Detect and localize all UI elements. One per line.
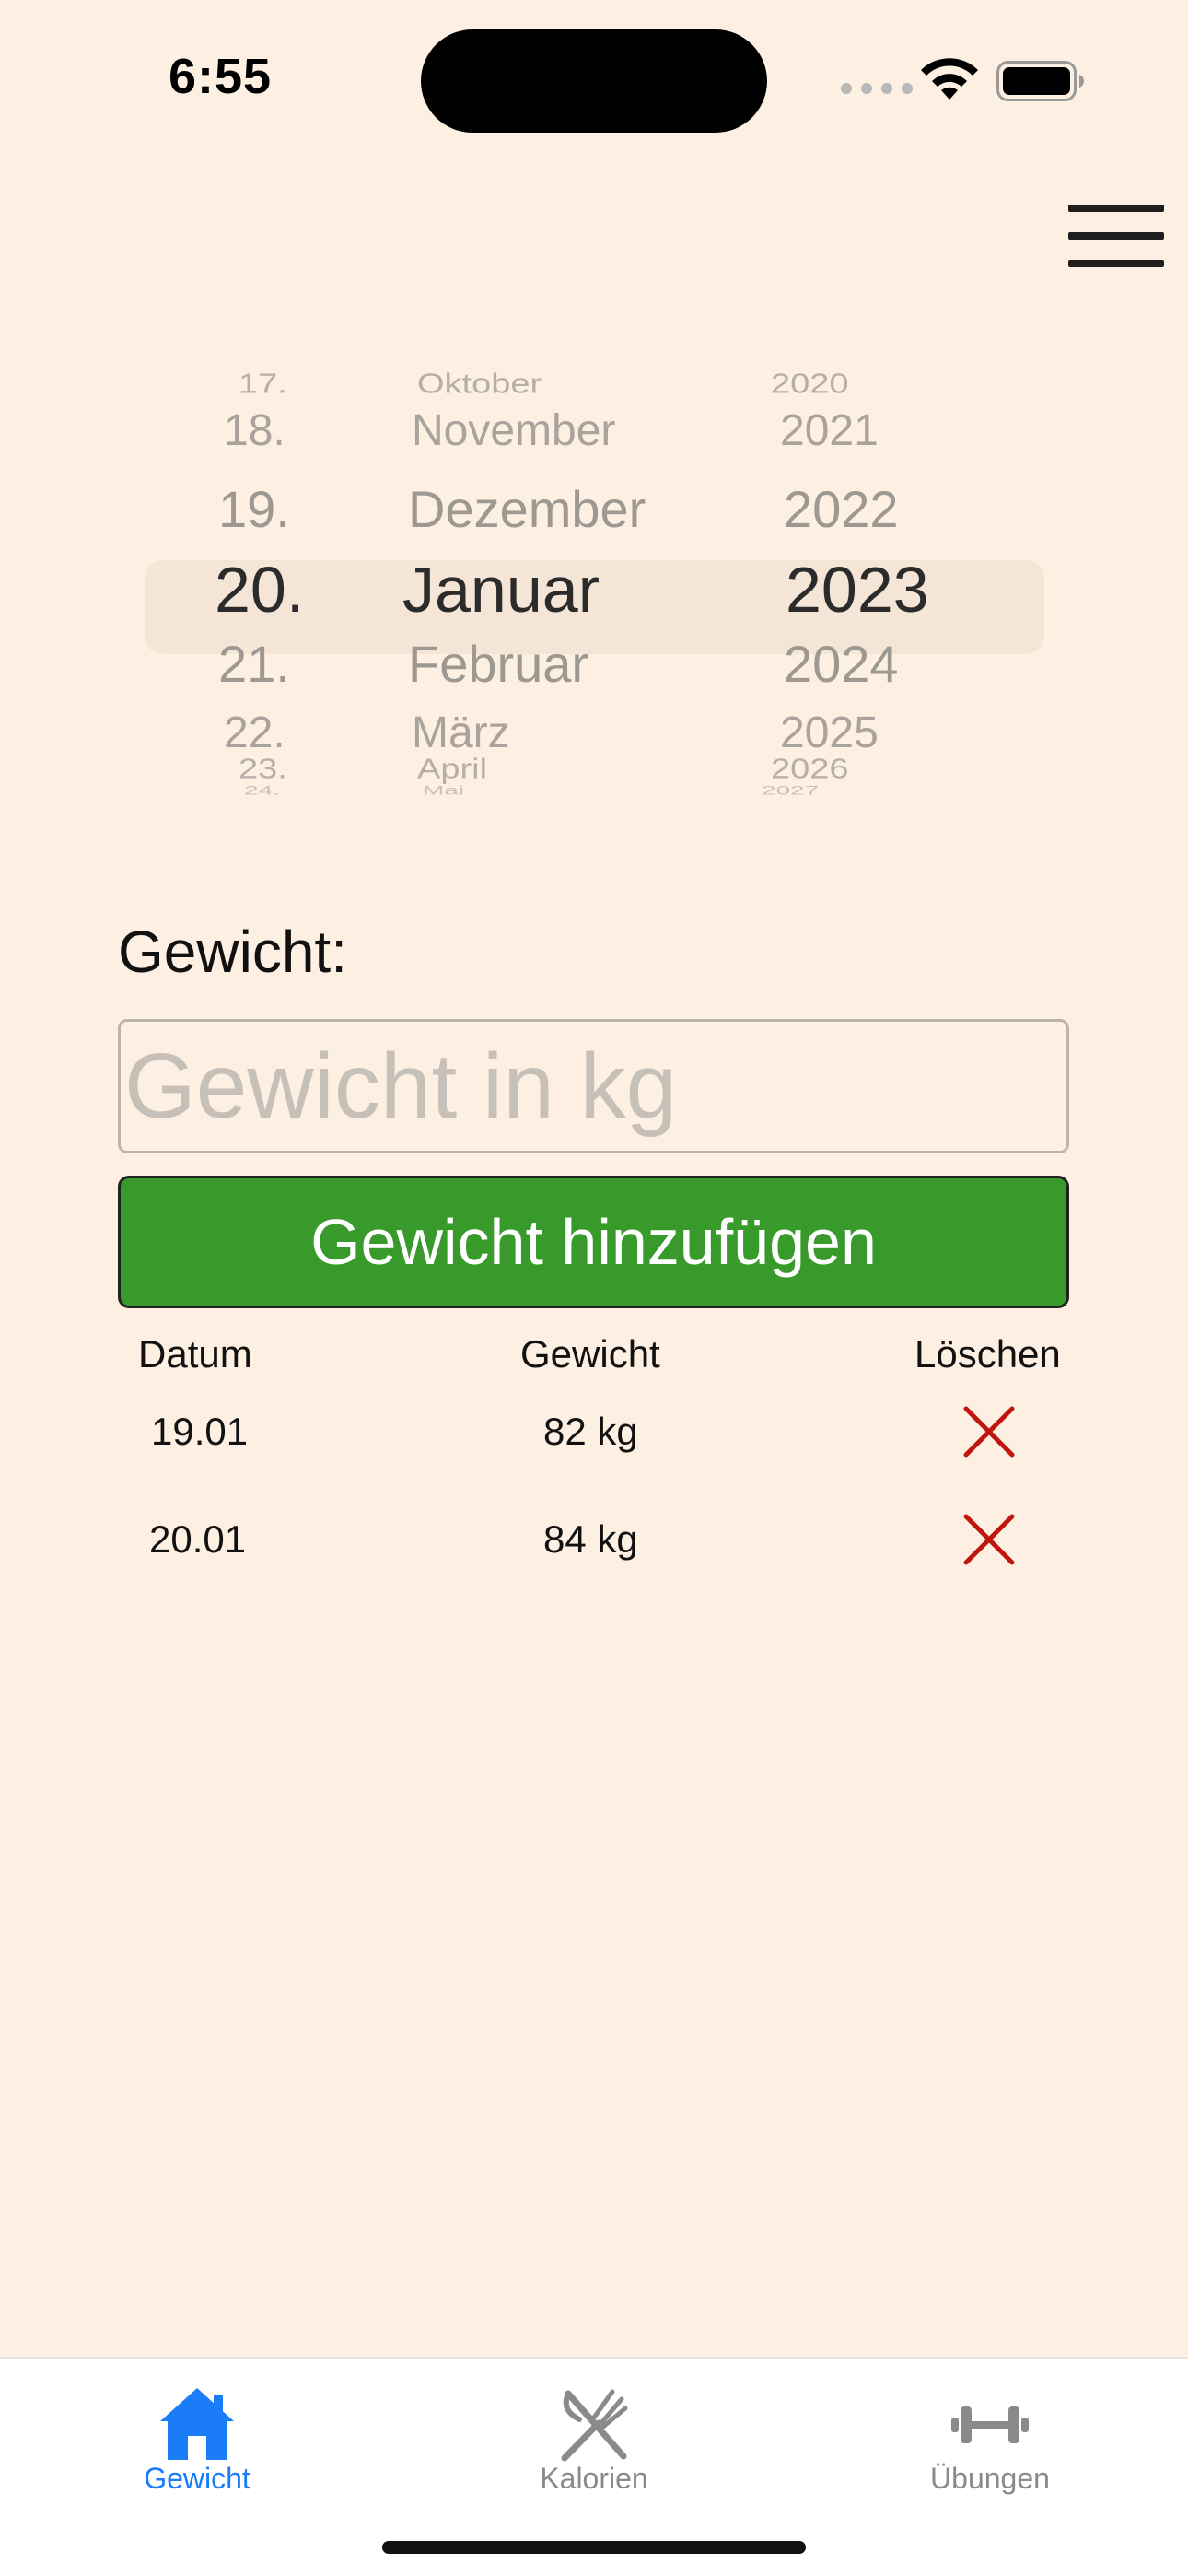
row-date: 20.01 (149, 1517, 247, 1561)
picker-option[interactable]: 21. (218, 634, 290, 694)
picker-year-column[interactable]: 201920202021202220232024202520262027 (762, 359, 992, 857)
battery-icon (996, 61, 1084, 101)
dumbbell-icon (951, 2406, 1029, 2443)
delete-x-icon[interactable] (962, 1513, 1016, 1566)
house-icon (160, 2388, 234, 2460)
menu-line-icon (1068, 205, 1164, 212)
menu-line-icon (1068, 232, 1164, 240)
fork-knife-icon (561, 2389, 628, 2462)
picker-option[interactable]: 2027 (762, 783, 819, 798)
picker-selected-value: 20. (215, 554, 305, 626)
picker-option[interactable]: 2021 (780, 405, 879, 456)
picker-option[interactable]: 2020 (771, 369, 849, 400)
picker-option[interactable]: 17. (239, 369, 287, 400)
picker-option[interactable]: 2024 (784, 634, 899, 694)
column-header-weight: Gewicht (520, 1332, 660, 1376)
picker-option[interactable]: November (412, 405, 615, 456)
picker-option[interactable]: 2025 (780, 708, 879, 758)
delete-x-icon[interactable] (962, 1405, 1016, 1458)
row-weight: 82 kg (543, 1410, 638, 1453)
row-weight: 84 kg (543, 1517, 638, 1561)
tab-label: Übungen (930, 2462, 1050, 2495)
cellular-signal-icon (841, 83, 913, 94)
add-weight-button[interactable]: Gewicht hinzufügen (118, 1176, 1069, 1308)
tab-label: Kalorien (540, 2462, 648, 2495)
wifi-icon (921, 58, 978, 100)
home-indicator (382, 2541, 806, 2554)
dynamic-island (421, 29, 767, 133)
date-picker[interactable]: 16.17.18.19.20.21.22.23.24. SeptemberOkt… (145, 359, 1044, 857)
picker-option[interactable]: 22. (224, 708, 285, 758)
picker-option[interactable]: Dezember (408, 479, 646, 539)
tab-label: Gewicht (144, 2462, 250, 2495)
picker-option[interactable]: 2026 (771, 754, 849, 785)
weight-input[interactable] (118, 1019, 1069, 1153)
picker-option[interactable]: 18. (224, 405, 285, 456)
tab-uebungen[interactable]: Übungen (838, 2359, 1142, 2524)
menu-line-icon (1068, 260, 1164, 267)
picker-option[interactable]: 2022 (784, 479, 899, 539)
picker-option[interactable]: Mai (423, 783, 464, 798)
tab-gewicht[interactable]: Gewicht (45, 2359, 349, 2524)
picker-option[interactable]: 19. (218, 479, 290, 539)
picker-option[interactable]: Februar (408, 634, 588, 694)
picker-option[interactable]: April (417, 754, 487, 785)
status-time: 6:55 (169, 49, 273, 104)
picker-month-column[interactable]: SeptemberOktoberNovemberDezemberJanuarFe… (402, 359, 721, 857)
column-header-delete: Löschen (914, 1332, 1061, 1376)
picker-selected-value: Januar (402, 554, 600, 626)
picker-option[interactable]: 23. (239, 754, 287, 785)
picker-selected-value: 2023 (786, 554, 929, 626)
tab-kalorien[interactable]: Kalorien (442, 2359, 746, 2524)
hamburger-menu-button[interactable] (1068, 205, 1164, 267)
weight-label: Gewicht: (118, 919, 347, 985)
picker-option[interactable]: 24. (244, 783, 280, 798)
picker-day-column[interactable]: 16.17.18.19.20.21.22.23.24. (215, 359, 366, 857)
picker-option[interactable]: März (412, 708, 510, 758)
picker-option[interactable]: Oktober (417, 369, 542, 400)
column-header-date: Datum (138, 1332, 252, 1376)
row-date: 19.01 (151, 1410, 249, 1453)
